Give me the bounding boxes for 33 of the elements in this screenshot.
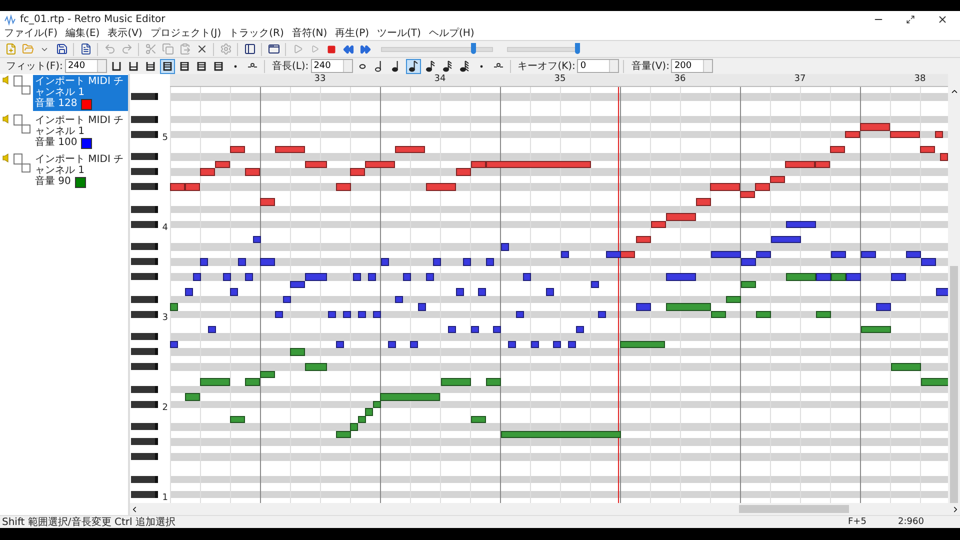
status-hint: Shift 範囲選択/音長変更 Ctrl 追加選択	[2, 516, 176, 529]
menu-item[interactable]: ファイル(F)	[4, 28, 58, 40]
length-field[interactable]: 240	[310, 59, 353, 73]
measure-number: 33	[314, 74, 326, 85]
volume-label: 音量(V):	[631, 60, 670, 73]
fit-label: フィット(F):	[6, 60, 63, 73]
status-position: F+5	[848, 517, 868, 527]
status-time: 2:960	[898, 517, 925, 527]
menu-item[interactable]: プロジェクト(J)	[150, 28, 222, 40]
menu-item[interactable]: 音符(N)	[292, 28, 328, 40]
track-item[interactable]: インポート MIDI チャンネル 1 音量 128	[33, 75, 128, 111]
length-label: 音長(L):	[272, 60, 309, 73]
menu-item[interactable]: 編集(E)	[66, 28, 100, 40]
octave-label: 3	[162, 314, 168, 324]
window-title: fc_01.rtp - Retro Music Editor	[20, 14, 166, 25]
octave-label: 2	[162, 404, 168, 414]
measure-number: 37	[794, 74, 806, 85]
volume-field[interactable]: 200	[671, 59, 714, 73]
fit-field[interactable]: 240	[64, 59, 107, 73]
octave-label: 5	[162, 134, 168, 144]
measure-number: 34	[434, 74, 446, 85]
octave-label: 4	[162, 224, 168, 234]
menu-item[interactable]: ヘルプ(H)	[428, 28, 474, 40]
measure-number: 36	[674, 74, 686, 85]
menu-item[interactable]: 再生(P)	[335, 28, 370, 40]
menu-item[interactable]: ツール(T)	[377, 28, 421, 40]
menu-item[interactable]: 表示(V)	[108, 28, 142, 40]
menu-item[interactable]: トラック(R)	[229, 28, 284, 40]
key-off-label: キーオフ(K):	[518, 60, 576, 73]
measure-number: 38	[914, 74, 926, 85]
key-off-field[interactable]: 0	[577, 59, 620, 73]
octave-label: 1	[162, 494, 168, 503]
measure-number: 35	[554, 74, 566, 85]
